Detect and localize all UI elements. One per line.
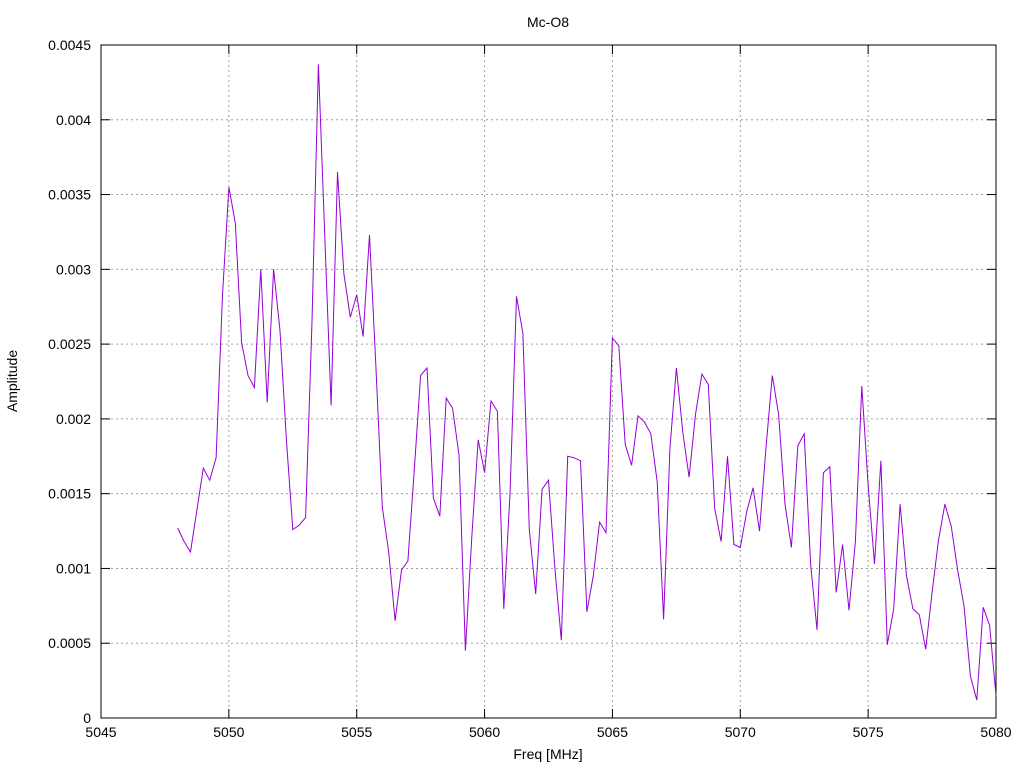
plot-frame bbox=[100, 44, 997, 719]
x-tick-label: 5045 bbox=[85, 724, 116, 740]
y-tick-label: 0.004 bbox=[56, 112, 91, 128]
grid-lines bbox=[101, 45, 996, 718]
y-axis-label: Amplitude bbox=[4, 350, 20, 412]
chart-title: Mc-O8 bbox=[527, 14, 569, 30]
x-tick-label: 5075 bbox=[853, 724, 884, 740]
y-tick-label: 0.001 bbox=[56, 560, 91, 576]
x-tick-label: 5050 bbox=[213, 724, 244, 740]
series-group bbox=[177, 64, 997, 701]
y-tick-label: 0.0025 bbox=[48, 336, 91, 352]
y-tick-label: 0.0035 bbox=[48, 187, 91, 203]
x-tick-label: 5060 bbox=[469, 724, 500, 740]
x-tick-label: 5055 bbox=[341, 724, 372, 740]
y-tick-label: 0.0015 bbox=[48, 486, 91, 502]
x-tick-label: 5065 bbox=[597, 724, 628, 740]
x-tick-labels: 5045 5050 5055 5060 5065 5070 5075 5080 bbox=[85, 724, 1011, 740]
y-tick-labels: 00.00050.0010.00150.0020.00250.0030.0035… bbox=[48, 37, 91, 726]
series-line bbox=[177, 64, 997, 701]
x-axis-label: Freq [MHz] bbox=[513, 746, 582, 762]
y-tick-label: 0.002 bbox=[56, 411, 91, 427]
line-chart: Mc-O8 00.00050.0010.00150.0020.00250.003… bbox=[4, 14, 1012, 762]
x-tick-label: 5080 bbox=[980, 724, 1011, 740]
y-tick-label: 0.0045 bbox=[48, 37, 91, 53]
y-tick-label: 0.0005 bbox=[48, 635, 91, 651]
x-tick-label: 5070 bbox=[725, 724, 756, 740]
y-tick-label: 0.003 bbox=[56, 261, 91, 277]
axis-ticks bbox=[100, 44, 997, 719]
